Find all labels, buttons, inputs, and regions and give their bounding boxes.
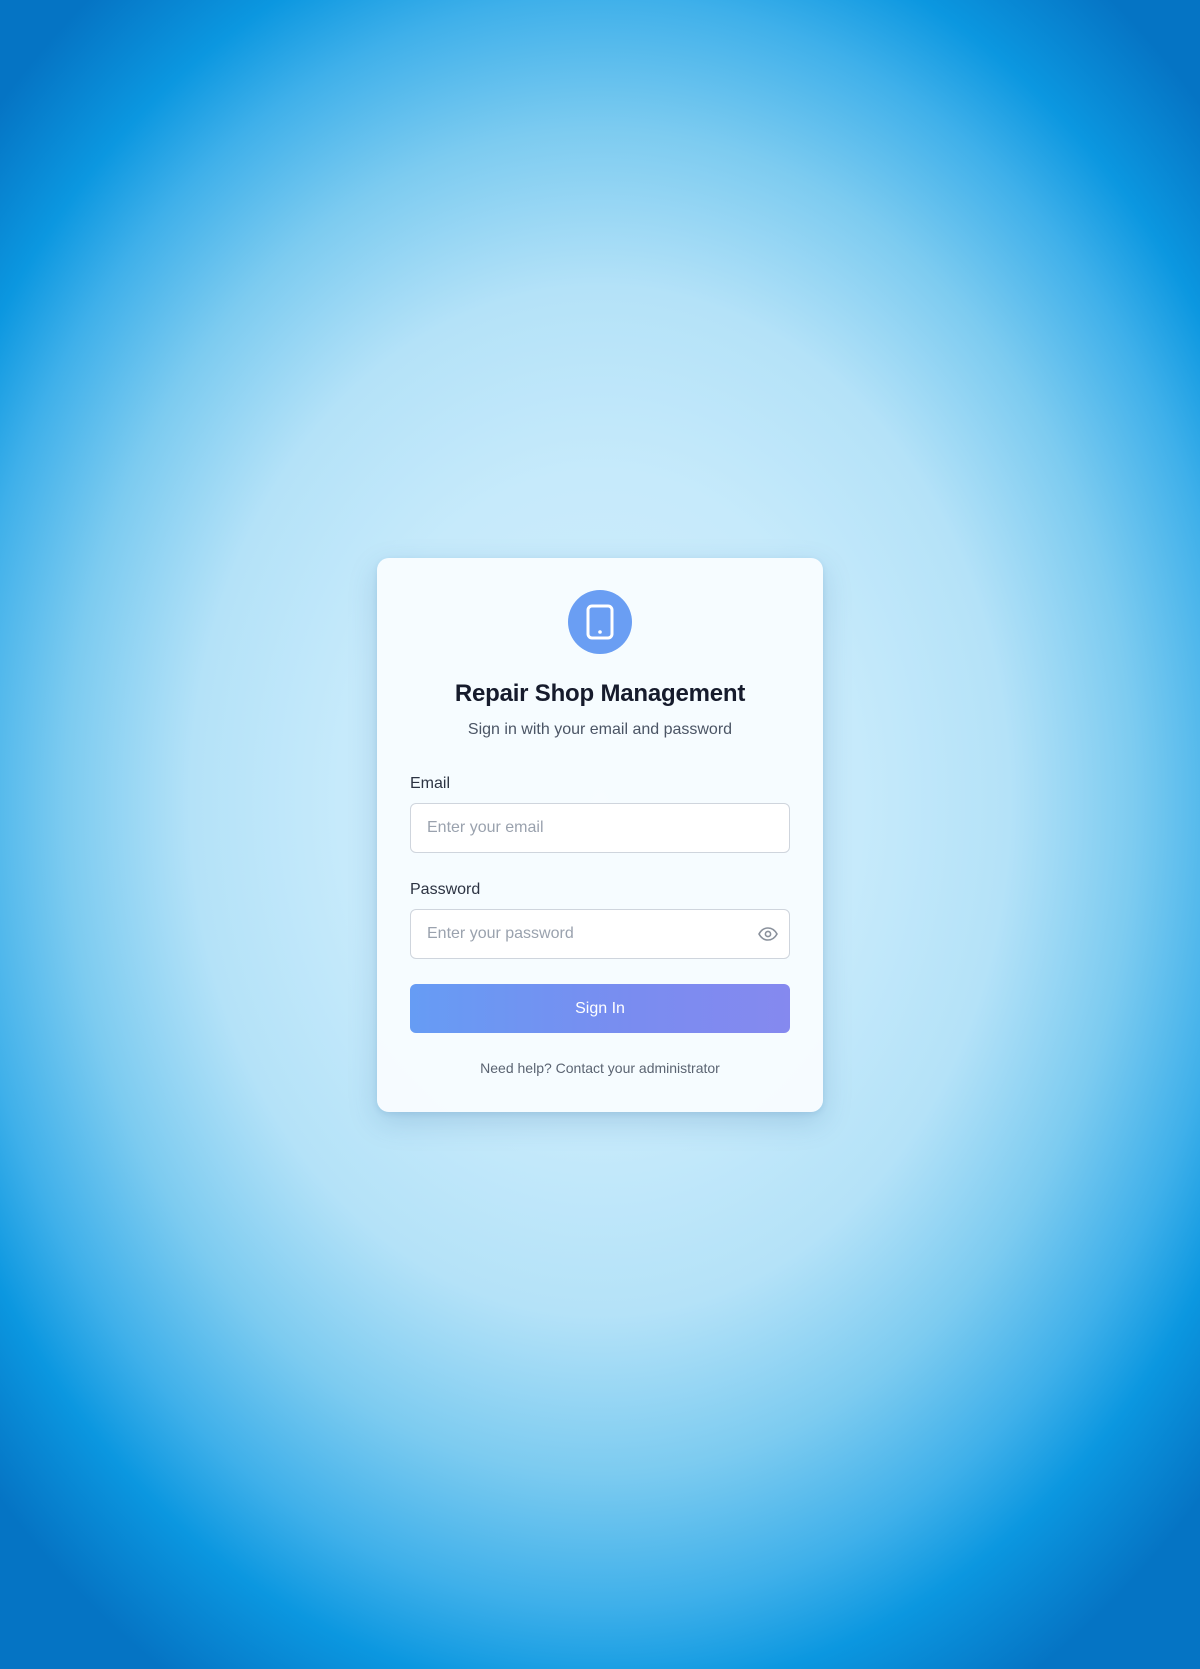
page-title: Repair Shop Management xyxy=(454,680,746,707)
password-label: Password xyxy=(410,881,481,898)
email-label: Email xyxy=(410,775,451,792)
password-group: Password xyxy=(410,881,790,959)
help-text: Need help? Contact your administrator xyxy=(480,1060,720,1076)
login-card: Repair Shop Management Sign in with your… xyxy=(377,558,823,1112)
page-subtitle: Sign in with your email and password xyxy=(467,721,733,738)
email-group: Email xyxy=(410,775,790,853)
sign-in-button[interactable]: Sign In xyxy=(410,984,790,1033)
tablet-icon xyxy=(568,590,632,654)
password-input-wrap xyxy=(410,909,790,959)
email-input[interactable] xyxy=(410,803,790,853)
email-input-wrap xyxy=(410,803,790,853)
password-input[interactable] xyxy=(410,909,790,959)
eye-icon[interactable] xyxy=(756,922,780,946)
